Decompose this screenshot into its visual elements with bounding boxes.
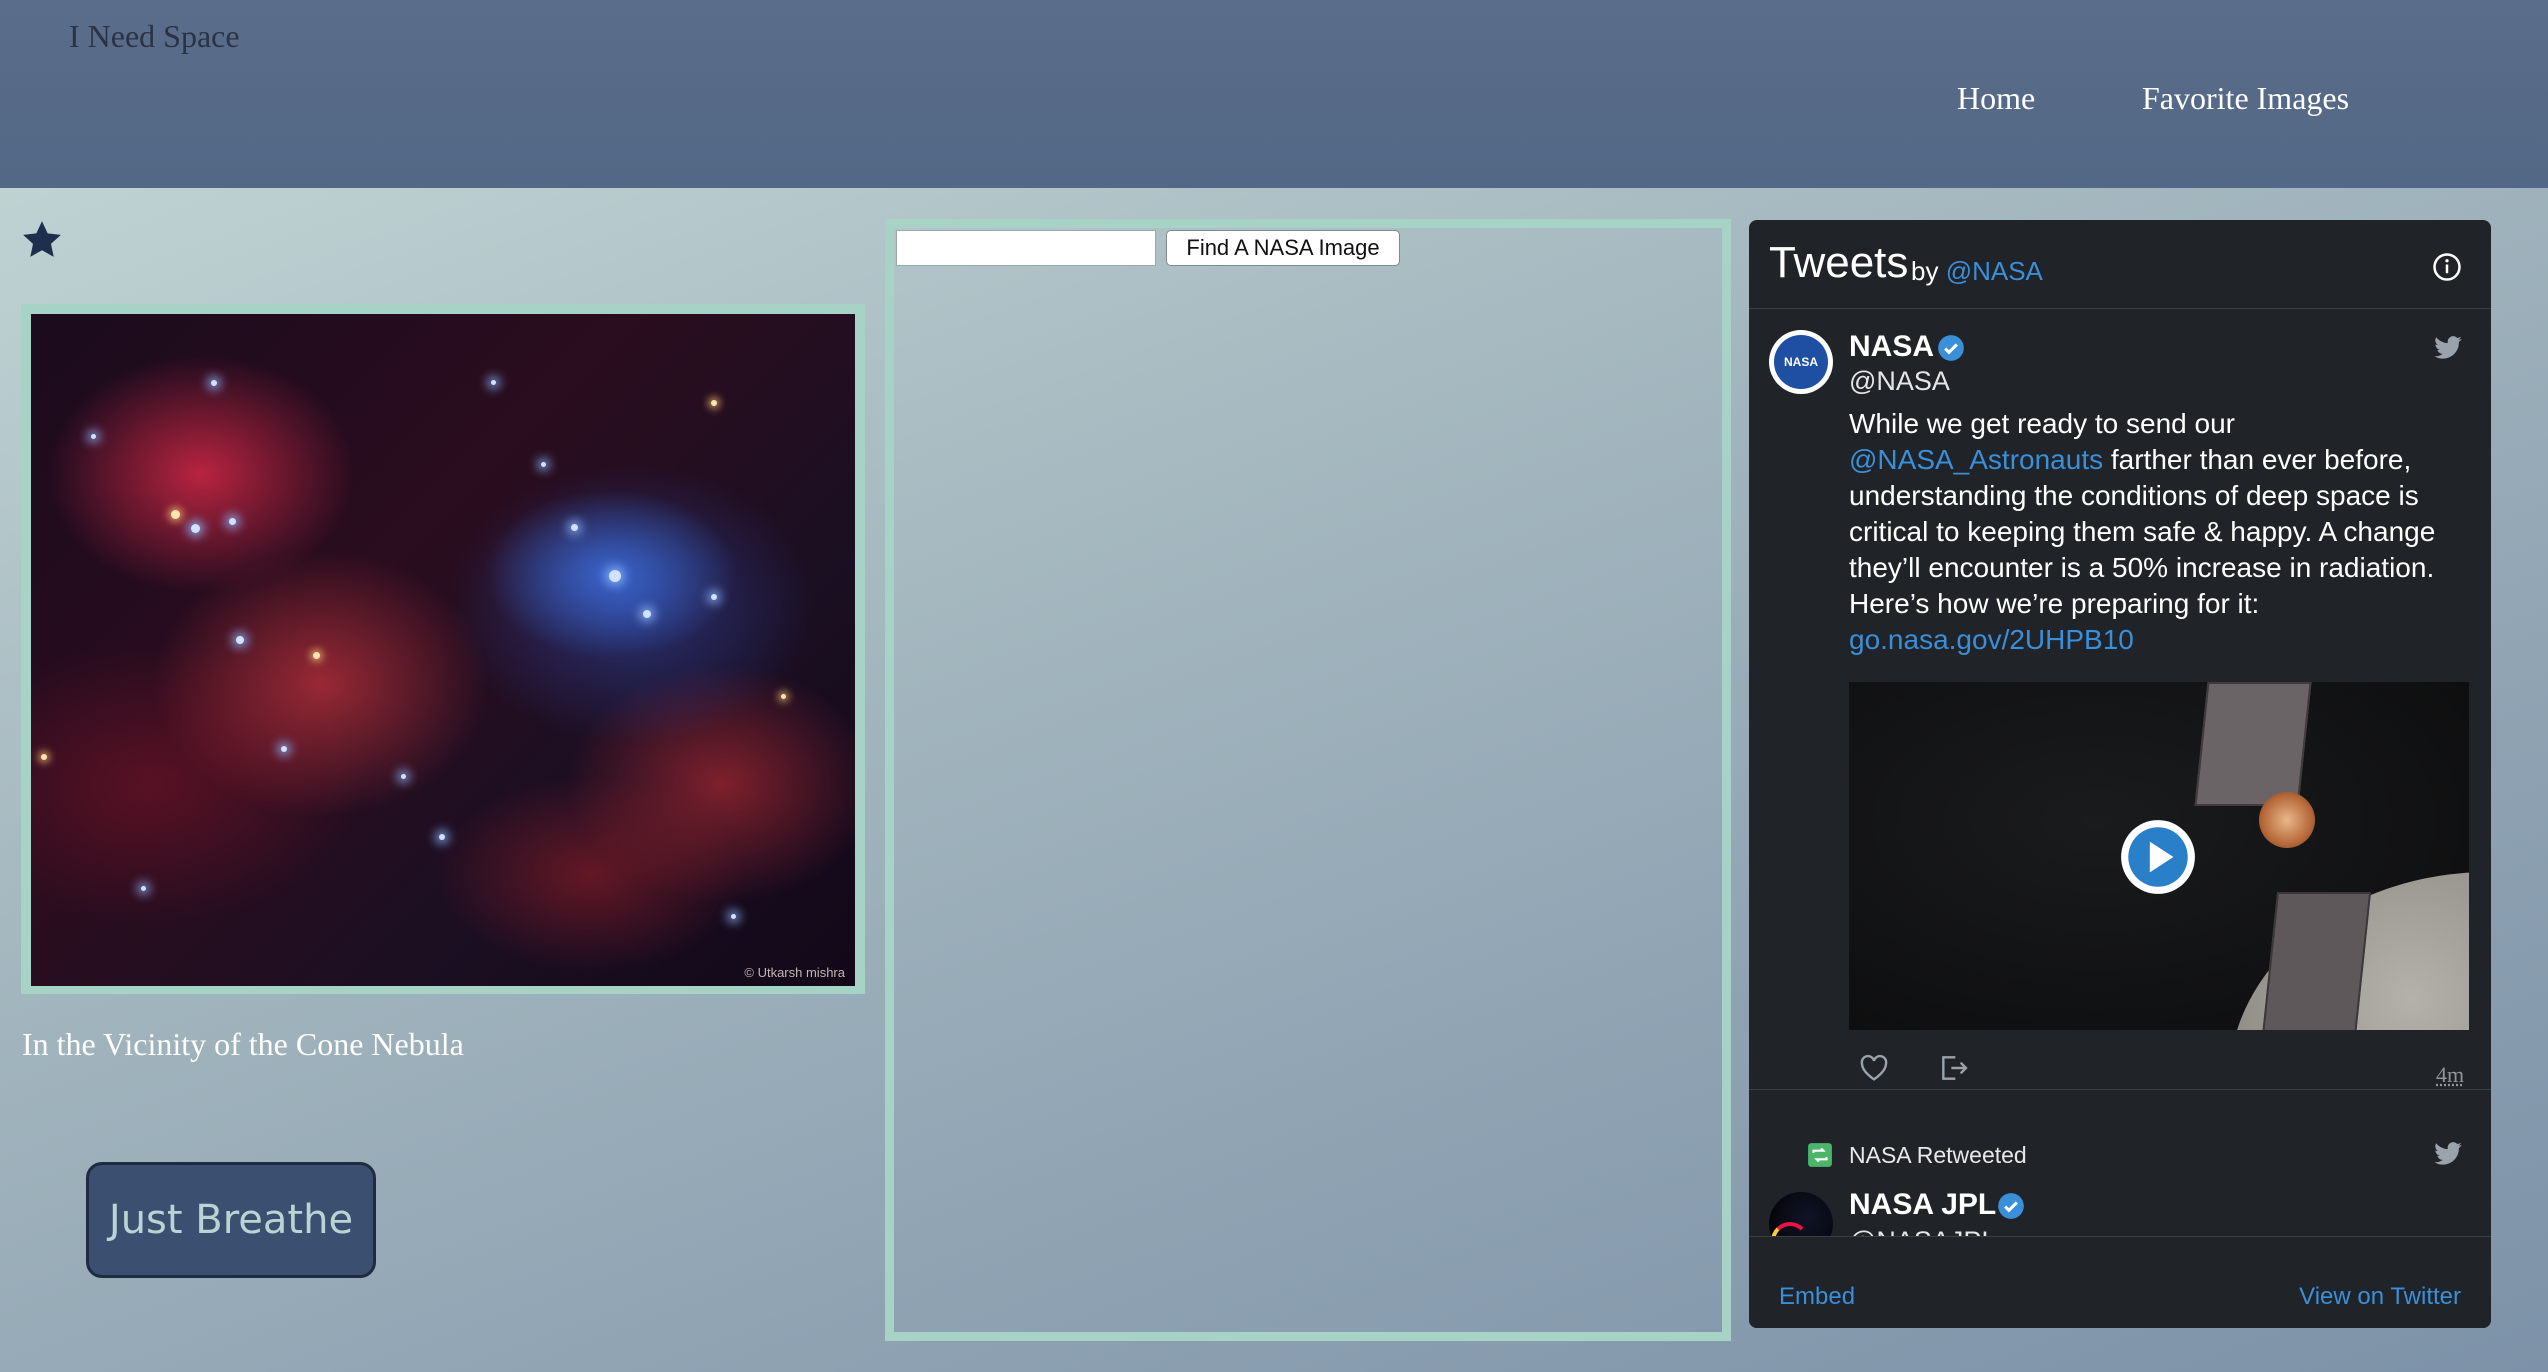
- tweet-text: While we get ready to send our @NASA_Ast…: [1849, 406, 2459, 658]
- twitter-bird-icon[interactable]: [2431, 332, 2465, 362]
- tweet-timestamp[interactable]: 4m: [2436, 1062, 2464, 1088]
- mention-link[interactable]: @NASA_Astronauts: [1849, 444, 2103, 475]
- twitter-widget-header: Tweets by @NASA: [1749, 220, 2491, 309]
- image-caption: In the Vicinity of the Cone Nebula: [22, 1026, 464, 1062]
- tweet-url-link[interactable]: go.nasa.gov/2UHPB10: [1849, 624, 2134, 655]
- account-link[interactable]: @NASA: [1946, 256, 2043, 286]
- share-icon[interactable]: [1938, 1052, 1970, 1084]
- tweet-author-handle[interactable]: @NASA: [1849, 366, 1950, 397]
- find-nasa-image-button[interactable]: Find A NASA Image: [1166, 230, 1400, 266]
- info-icon[interactable]: [2432, 252, 2462, 282]
- tweet-text-part: While we get ready to send our: [1849, 408, 2235, 439]
- star-icon[interactable]: [20, 218, 64, 262]
- retweet-icon: [1808, 1143, 1832, 1167]
- verified-badge-icon: [1938, 335, 1964, 361]
- view-on-twitter-link[interactable]: View on Twitter: [2299, 1283, 2461, 1311]
- twitter-bird-icon[interactable]: [2431, 1138, 2465, 1168]
- tweet-author-name[interactable]: NASA: [1849, 330, 1934, 364]
- play-icon[interactable]: [2117, 816, 2199, 898]
- search-input[interactable]: [896, 230, 1156, 266]
- nav-home-link[interactable]: Home: [1957, 80, 2035, 117]
- verified-badge-icon: [1998, 1193, 2024, 1219]
- embed-link[interactable]: Embed: [1779, 1283, 1855, 1311]
- twitter-widget-footer: Embed View on Twitter: [1749, 1236, 2491, 1328]
- tweet-divider: [1749, 1089, 2491, 1090]
- image-credit: © Utkarsh mishra: [744, 965, 845, 980]
- apod-image-frame: © Utkarsh mishra: [21, 304, 865, 994]
- just-breathe-button[interactable]: Just Breathe: [86, 1162, 376, 1278]
- tweets-by-line: by @NASA: [1911, 256, 2043, 287]
- nav-favorite-images-link[interactable]: Favorite Images: [2142, 80, 2349, 117]
- twitter-timeline-widget: Tweets by @NASA NASA NASA @NASA While we…: [1749, 220, 2491, 1328]
- apod-image[interactable]: © Utkarsh mishra: [31, 314, 855, 986]
- nasa-avatar[interactable]: NASA: [1769, 330, 1833, 394]
- tweets-title: Tweets: [1769, 238, 1909, 287]
- by-label: by: [1911, 256, 1939, 286]
- site-header: I Need Space Home Favorite Images: [0, 0, 2548, 188]
- retweeted-label: NASA Retweeted: [1849, 1142, 2027, 1168]
- heart-icon[interactable]: [1858, 1052, 1890, 1084]
- site-brand[interactable]: I Need Space: [69, 18, 240, 55]
- tweet2-author-name[interactable]: NASA JPL: [1849, 1188, 1996, 1222]
- search-results-panel: [885, 219, 1731, 1341]
- tweet-video[interactable]: [1849, 682, 2469, 1030]
